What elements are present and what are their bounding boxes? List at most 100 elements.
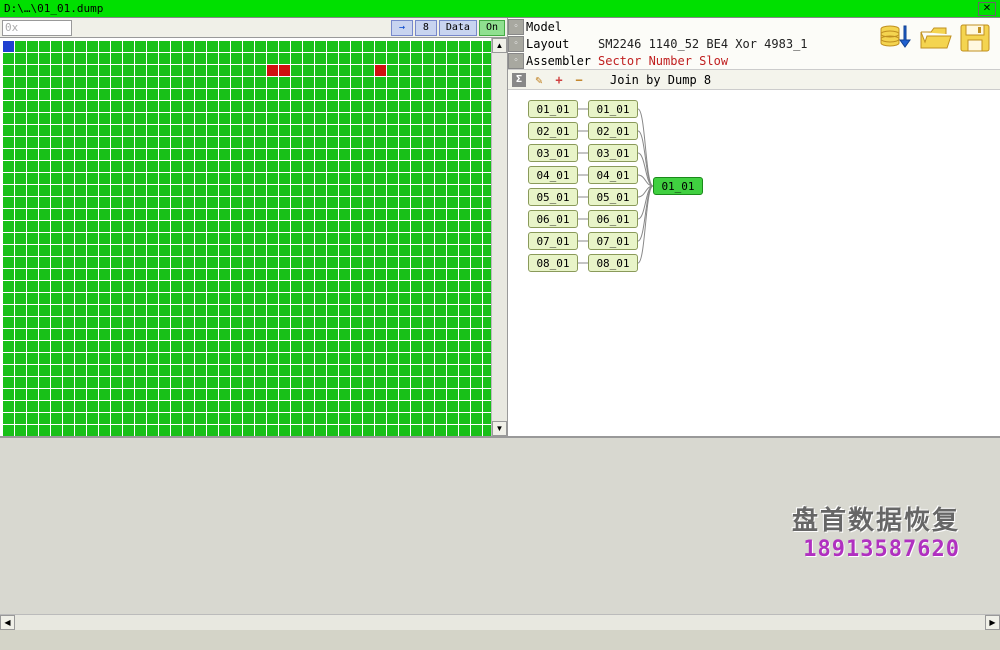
block-cell[interactable]: [447, 257, 458, 268]
block-cell[interactable]: [51, 293, 62, 304]
block-cell[interactable]: [15, 245, 26, 256]
block-cell[interactable]: [99, 425, 110, 436]
block-cell[interactable]: [195, 401, 206, 412]
add-button[interactable]: +: [552, 73, 566, 87]
block-cell[interactable]: [195, 233, 206, 244]
block-cell[interactable]: [423, 281, 434, 292]
block-cell[interactable]: [75, 245, 86, 256]
block-cell[interactable]: [231, 413, 242, 424]
block-cell[interactable]: [435, 149, 446, 160]
block-cell[interactable]: [435, 413, 446, 424]
block-cell[interactable]: [123, 197, 134, 208]
block-cell[interactable]: [351, 149, 362, 160]
block-cell[interactable]: [135, 329, 146, 340]
block-cell[interactable]: [207, 125, 218, 136]
block-cell[interactable]: [423, 245, 434, 256]
block-cell[interactable]: [291, 113, 302, 124]
block-cell[interactable]: [423, 197, 434, 208]
block-cell[interactable]: [363, 125, 374, 136]
block-cell[interactable]: [159, 257, 170, 268]
block-cell[interactable]: [411, 125, 422, 136]
block-cell[interactable]: [87, 389, 98, 400]
block-cell[interactable]: [123, 113, 134, 124]
block-cell[interactable]: [387, 389, 398, 400]
block-cell[interactable]: [447, 365, 458, 376]
block-cell[interactable]: [399, 305, 410, 316]
block-cell[interactable]: [279, 101, 290, 112]
block-cell[interactable]: [159, 65, 170, 76]
block-cell[interactable]: [399, 413, 410, 424]
block-cell[interactable]: [255, 41, 266, 52]
block-cell[interactable]: [87, 341, 98, 352]
block-cell[interactable]: [471, 77, 482, 88]
block-cell[interactable]: [27, 317, 38, 328]
block-cell[interactable]: [15, 185, 26, 196]
block-cell[interactable]: [111, 341, 122, 352]
block-cell[interactable]: [303, 125, 314, 136]
goto-button[interactable]: →: [391, 20, 413, 36]
data-button[interactable]: Data: [439, 20, 477, 36]
block-cell[interactable]: [207, 65, 218, 76]
block-cell[interactable]: [147, 65, 158, 76]
block-cell[interactable]: [147, 197, 158, 208]
block-cell[interactable]: [183, 221, 194, 232]
block-cell[interactable]: [255, 365, 266, 376]
block-cell[interactable]: [135, 425, 146, 436]
block-cell[interactable]: [363, 269, 374, 280]
block-cell[interactable]: [159, 269, 170, 280]
columns-button[interactable]: 8: [415, 20, 437, 36]
block-cell[interactable]: [399, 101, 410, 112]
block-cell[interactable]: [327, 77, 338, 88]
block-cell[interactable]: [111, 329, 122, 340]
block-cell[interactable]: [51, 377, 62, 388]
block-cell[interactable]: [147, 245, 158, 256]
block-cell[interactable]: [327, 317, 338, 328]
block-cell[interactable]: [171, 209, 182, 220]
block-cell[interactable]: [291, 89, 302, 100]
block-cell[interactable]: [339, 269, 350, 280]
block-cell[interactable]: [51, 137, 62, 148]
block-cell[interactable]: [291, 41, 302, 52]
block-cell[interactable]: [279, 305, 290, 316]
block-cell[interactable]: [315, 173, 326, 184]
block-cell[interactable]: [243, 113, 254, 124]
block-cell[interactable]: [291, 77, 302, 88]
block-cell[interactable]: [327, 305, 338, 316]
block-cell[interactable]: [411, 221, 422, 232]
block-cell[interactable]: [267, 77, 278, 88]
block-cell[interactable]: [255, 317, 266, 328]
block-cell[interactable]: [411, 173, 422, 184]
block-cell[interactable]: [111, 77, 122, 88]
block-cell[interactable]: [63, 161, 74, 172]
block-cell[interactable]: [459, 365, 470, 376]
block-cell[interactable]: [51, 65, 62, 76]
block-cell[interactable]: [219, 389, 230, 400]
block-cell[interactable]: [159, 293, 170, 304]
block-cell[interactable]: [15, 41, 26, 52]
block-cell[interactable]: [3, 377, 14, 388]
block-cell[interactable]: [339, 245, 350, 256]
block-cell[interactable]: [147, 233, 158, 244]
block-cell[interactable]: [63, 269, 74, 280]
block-cell[interactable]: [315, 341, 326, 352]
block-cell[interactable]: [375, 41, 386, 52]
block-cell[interactable]: [147, 401, 158, 412]
block-cell[interactable]: [219, 173, 230, 184]
block-cell[interactable]: [447, 173, 458, 184]
block-cell[interactable]: [243, 161, 254, 172]
block-cell[interactable]: [279, 185, 290, 196]
block-cell[interactable]: [447, 65, 458, 76]
block-cell[interactable]: [39, 149, 50, 160]
block-cell[interactable]: [123, 149, 134, 160]
block-cell[interactable]: [459, 185, 470, 196]
block-cell[interactable]: [147, 317, 158, 328]
block-cell[interactable]: [51, 149, 62, 160]
block-cell[interactable]: [363, 197, 374, 208]
block-cell[interactable]: [87, 413, 98, 424]
expand-icon[interactable]: ◦: [508, 53, 524, 69]
block-cell[interactable]: [99, 197, 110, 208]
block-cell[interactable]: [339, 389, 350, 400]
block-cell[interactable]: [231, 101, 242, 112]
block-cell[interactable]: [339, 401, 350, 412]
block-cell[interactable]: [423, 137, 434, 148]
